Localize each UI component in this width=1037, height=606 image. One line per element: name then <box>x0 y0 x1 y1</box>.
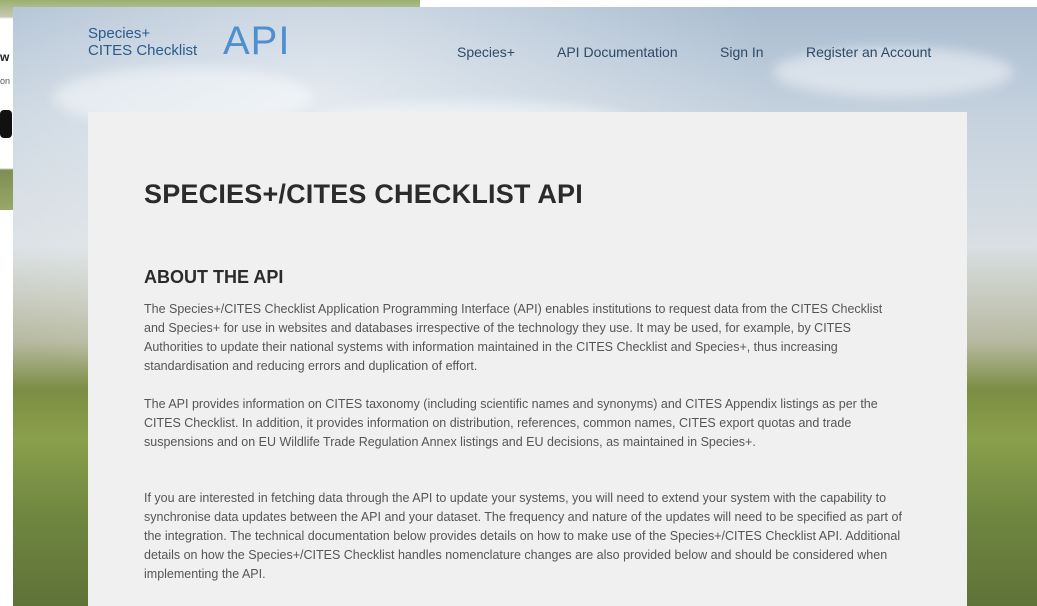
nav-register-account[interactable]: Register an Account <box>806 44 931 60</box>
background-heading-fragment: w <box>0 50 10 64</box>
page-title: SPECIES+/CITES CHECKLIST API <box>144 179 583 209</box>
content-panel: SPECIES+/CITES CHECKLIST API ABOUT THE A… <box>88 112 967 606</box>
nav-species-plus[interactable]: Species+ <box>457 44 515 60</box>
background-button-fragment <box>0 110 12 138</box>
section-heading-about: ABOUT THE API <box>144 267 284 287</box>
about-paragraph-1: The Species+/CITES Checklist Application… <box>144 302 883 373</box>
logo-line-species: Species+ <box>88 25 151 42</box>
nav-sign-in[interactable]: Sign In <box>720 44 764 60</box>
nav-api-documentation[interactable]: API Documentation <box>557 44 678 60</box>
logo-text: Species+ CITES Checklist <box>88 25 197 59</box>
browser-page: Species+ CITES Checklist API Species+ AP… <box>13 7 1037 606</box>
about-paragraph-3: If you are interested in fetching data t… <box>144 491 902 581</box>
logo-line-checklist: CITES Checklist <box>88 42 198 59</box>
logo-api-mark: API <box>223 19 291 63</box>
site-logo[interactable]: Species+ CITES Checklist API <box>88 19 289 63</box>
about-paragraph-2: The API provides information on CITES ta… <box>144 397 878 449</box>
